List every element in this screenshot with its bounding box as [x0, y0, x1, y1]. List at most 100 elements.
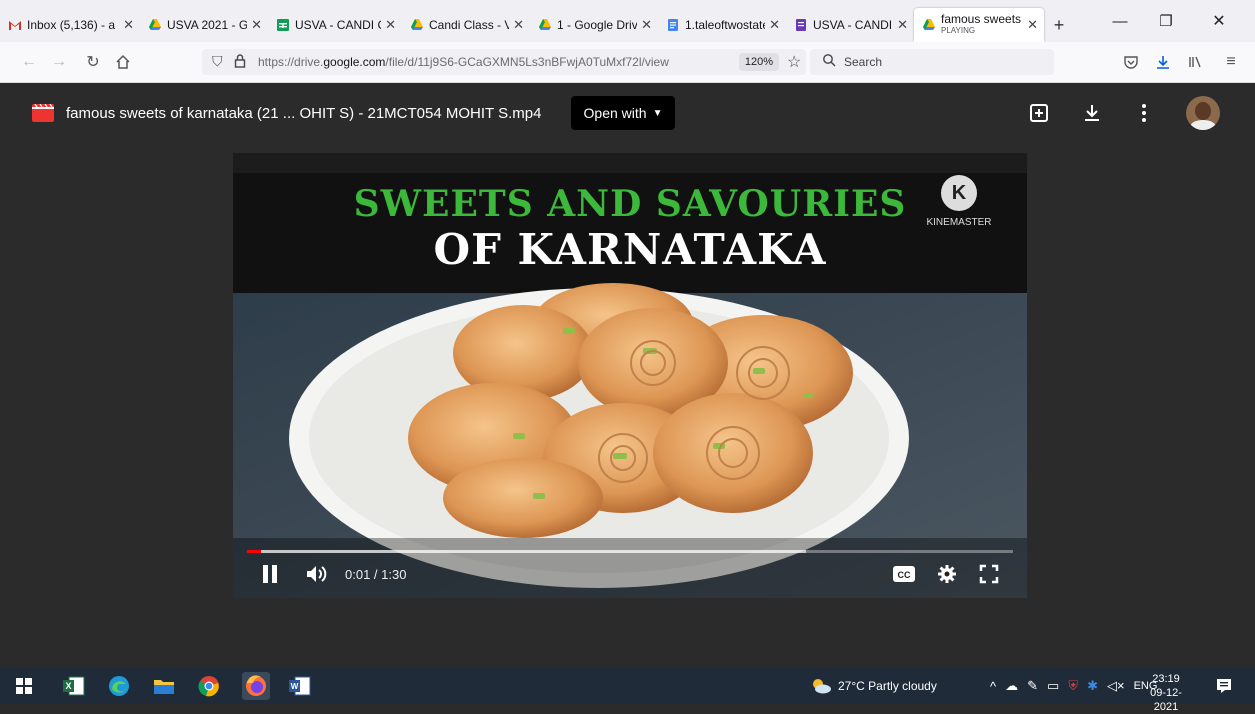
gmail-icon — [8, 18, 22, 32]
download-button[interactable] — [1080, 101, 1104, 125]
video-progress-bar[interactable] — [247, 550, 1013, 553]
captions-button[interactable]: CC — [893, 561, 915, 587]
search-icon — [822, 53, 836, 72]
new-tab-button[interactable]: + — [1044, 8, 1074, 42]
download-icon — [1085, 105, 1099, 121]
close-icon[interactable]: ✕ — [513, 17, 524, 33]
google-drive-icon — [922, 18, 936, 32]
word-taskbar-button[interactable]: W — [288, 674, 312, 698]
drive-video-viewer: famous sweets of karnataka (21 ... OHIT … — [0, 83, 1255, 668]
tab-taleoftwostates[interactable]: 1.taleoftwostate ✕ — [658, 8, 786, 42]
close-icon[interactable]: ✕ — [123, 17, 134, 33]
excel-taskbar-button[interactable]: X — [62, 674, 86, 698]
close-window-button[interactable]: ✕ — [1196, 0, 1242, 42]
weather-text: 27°C Partly cloudy — [838, 679, 937, 693]
reload-button[interactable]: ↻ — [80, 50, 106, 74]
add-shortcut-icon — [1030, 104, 1048, 122]
tab-label: Inbox (5,136) - a — [27, 18, 116, 32]
browser-tab-bar: Inbox (5,136) - a ✕ USVA 2021 - Goo ✕ US… — [0, 0, 1255, 42]
gear-icon — [938, 565, 956, 583]
fullscreen-button[interactable] — [979, 561, 999, 587]
menu-button[interactable]: ≡ — [1218, 50, 1244, 74]
tab-candi-class[interactable]: Candi Class - Vid ✕ — [402, 8, 530, 42]
folder-icon — [154, 680, 174, 694]
search-bar[interactable]: Search — [810, 49, 1054, 75]
tab-inbox[interactable]: Inbox (5,136) - a ✕ — [0, 8, 140, 42]
time-display: 0:01 / 1:30 — [345, 561, 406, 587]
bluetooth-icon[interactable]: ✱ — [1087, 678, 1098, 694]
clock-time: 23:19 — [1152, 673, 1180, 685]
edge-taskbar-button[interactable] — [107, 674, 131, 698]
video-file-icon — [32, 103, 54, 127]
svg-text:X: X — [65, 681, 71, 691]
chrome-icon — [198, 676, 219, 697]
tab-usva-2021[interactable]: USVA 2021 - Goo ✕ — [140, 8, 268, 42]
home-button[interactable] — [110, 50, 136, 74]
file-title: famous sweets of karnataka (21 ... OHIT … — [66, 105, 542, 122]
open-with-button[interactable]: Open with ▼ — [571, 96, 675, 130]
library-button[interactable] — [1182, 50, 1208, 74]
speaker-muted-icon[interactable]: ◁× — [1107, 678, 1125, 694]
google-docs-icon — [666, 18, 680, 32]
zoom-level[interactable]: 120% — [739, 53, 779, 71]
tab-usva-candi-sheet[interactable]: USVA - CANDI C ✕ — [268, 8, 402, 42]
tab-usva-candi-form[interactable]: USVA - CANDI C ✕ — [786, 8, 914, 42]
firefox-taskbar-button[interactable] — [242, 672, 270, 700]
library-icon — [1189, 56, 1201, 68]
pocket-button[interactable] — [1118, 50, 1144, 74]
video-player[interactable]: SWEETS AND SAVOURIES OF KARNATAKA K KINE… — [233, 153, 1027, 598]
partly-cloudy-icon — [813, 679, 831, 694]
downloads-button[interactable] — [1150, 50, 1176, 74]
url-bar[interactable]: ⛉ https://drive.google.com/file/d/11j9S6… — [202, 49, 806, 75]
notifications-button[interactable] — [1212, 674, 1236, 698]
close-icon[interactable]: ✕ — [385, 17, 396, 33]
file-explorer-taskbar-button[interactable] — [152, 674, 176, 698]
avatar[interactable] — [1186, 96, 1220, 130]
chevron-up-icon[interactable]: ^ — [990, 679, 996, 694]
close-icon[interactable]: ✕ — [897, 17, 908, 33]
video-banner-line2: OF KARNATAKA — [433, 225, 827, 274]
kinemaster-watermark: K KINEMASTER — [923, 175, 995, 228]
bookmark-star-icon[interactable]: ☆ — [787, 52, 801, 72]
tab-famous-sweets[interactable]: famous sweets o PLAYING ✕ — [914, 8, 1044, 42]
watermark-text: KINEMASTER — [926, 217, 992, 228]
firefox-icon — [246, 675, 266, 696]
closed-captions-icon: CC — [893, 566, 915, 582]
volume-button[interactable] — [305, 561, 329, 587]
word-icon: W — [289, 676, 311, 696]
more-vert-icon — [1142, 104, 1146, 122]
close-icon[interactable]: ✕ — [251, 17, 262, 33]
more-options-button[interactable] — [1132, 101, 1156, 125]
pen-icon[interactable]: ✎ — [1027, 678, 1038, 694]
back-button[interactable]: ← — [16, 50, 42, 74]
volume-icon — [307, 566, 327, 582]
clock[interactable]: 23:19 09-12-2021 — [1146, 672, 1186, 714]
google-sheets-icon — [276, 18, 290, 32]
tab-playing-label: PLAYING — [941, 26, 976, 35]
weather-widget[interactable]: 27°C Partly cloudy — [810, 668, 937, 704]
tab-google-drive[interactable]: 1 - Google Drive ✕ — [530, 8, 658, 42]
svg-text:W: W — [291, 682, 299, 691]
chrome-taskbar-button[interactable] — [197, 674, 221, 698]
shield-icon[interactable]: ⛉ — [212, 53, 223, 70]
minimize-button[interactable]: — — [1097, 0, 1143, 42]
settings-button[interactable] — [937, 561, 957, 587]
open-with-label: Open with — [583, 105, 647, 121]
close-icon[interactable]: ✕ — [641, 17, 652, 33]
pause-button[interactable] — [261, 561, 279, 587]
pause-icon — [263, 565, 277, 583]
onedrive-icon[interactable]: ☁ — [1005, 678, 1018, 694]
chevron-down-icon: ▼ — [652, 107, 663, 119]
url-text: https://drive.google.com/file/d/11j9S6-G… — [258, 55, 669, 69]
security-icon[interactable]: ⛨ — [1068, 678, 1078, 694]
forward-button[interactable]: → — [46, 50, 72, 74]
network-icon[interactable]: ▭ — [1047, 678, 1059, 694]
windows-start-button[interactable] — [12, 674, 36, 698]
close-icon[interactable]: ✕ — [1027, 17, 1038, 33]
svg-text:CC: CC — [898, 570, 911, 580]
google-drive-icon — [538, 18, 552, 32]
close-icon[interactable]: ✕ — [769, 17, 780, 33]
add-to-drive-button[interactable] — [1027, 101, 1051, 125]
lock-icon[interactable] — [234, 53, 246, 74]
restore-button[interactable]: ❐ — [1143, 0, 1189, 42]
